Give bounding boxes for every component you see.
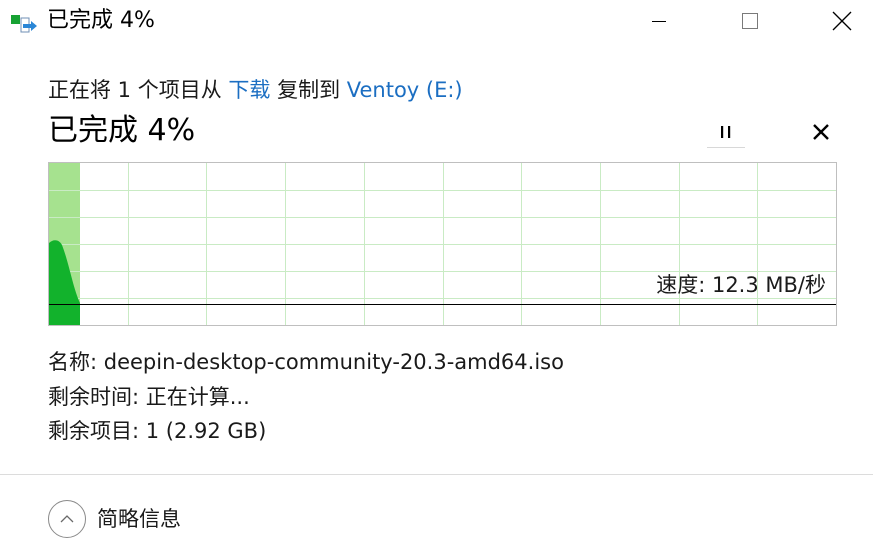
cancel-copy-button[interactable] xyxy=(803,117,839,147)
source-folder-link[interactable]: 下载 xyxy=(228,78,270,102)
pause-icon xyxy=(721,126,731,138)
window-title: 已完成 4% xyxy=(47,8,155,33)
transfer-speed-chart: 速度: 12.3 MB/秒 xyxy=(48,162,837,326)
footer-divider xyxy=(0,474,873,475)
destination-drive-link[interactable]: Ventoy (E:) xyxy=(347,78,463,102)
items-remaining-detail: 剩余项目: 1 (2.92 GB) xyxy=(48,419,267,443)
maximize-button[interactable] xyxy=(722,0,778,42)
copy-progress-window: 已完成 4% 正在将 1 个项目从 下载 复制到 Ventoy (E:) 已完成… xyxy=(0,0,873,548)
time-remaining-detail: 剩余时间: 正在计算... xyxy=(48,385,250,409)
status-middle: 复制到 xyxy=(270,78,347,102)
progress-heading: 已完成 4% xyxy=(48,113,196,148)
less-details-label[interactable]: 简略信息 xyxy=(97,505,181,533)
maximize-icon xyxy=(742,13,758,29)
copy-status-line: 正在将 1 个项目从 下载 复制到 Ventoy (E:) xyxy=(48,76,463,104)
speed-label: 速度: 12.3 MB/秒 xyxy=(656,273,826,297)
less-details-button[interactable] xyxy=(48,500,86,538)
speed-graph xyxy=(49,163,836,325)
title-bar[interactable]: 已完成 4% xyxy=(0,0,873,42)
close-icon xyxy=(832,11,852,31)
close-window-button[interactable] xyxy=(814,0,870,42)
file-name-detail: 名称: deepin-desktop-community-20.3-amd64.… xyxy=(48,350,564,374)
cancel-icon xyxy=(813,124,829,140)
minimize-button[interactable] xyxy=(631,0,687,42)
file-copy-icon xyxy=(11,15,37,33)
pause-button[interactable] xyxy=(707,117,745,148)
chevron-up-icon xyxy=(60,515,74,523)
status-prefix: 正在将 1 个项目从 xyxy=(48,78,229,102)
minimize-icon xyxy=(652,21,666,22)
